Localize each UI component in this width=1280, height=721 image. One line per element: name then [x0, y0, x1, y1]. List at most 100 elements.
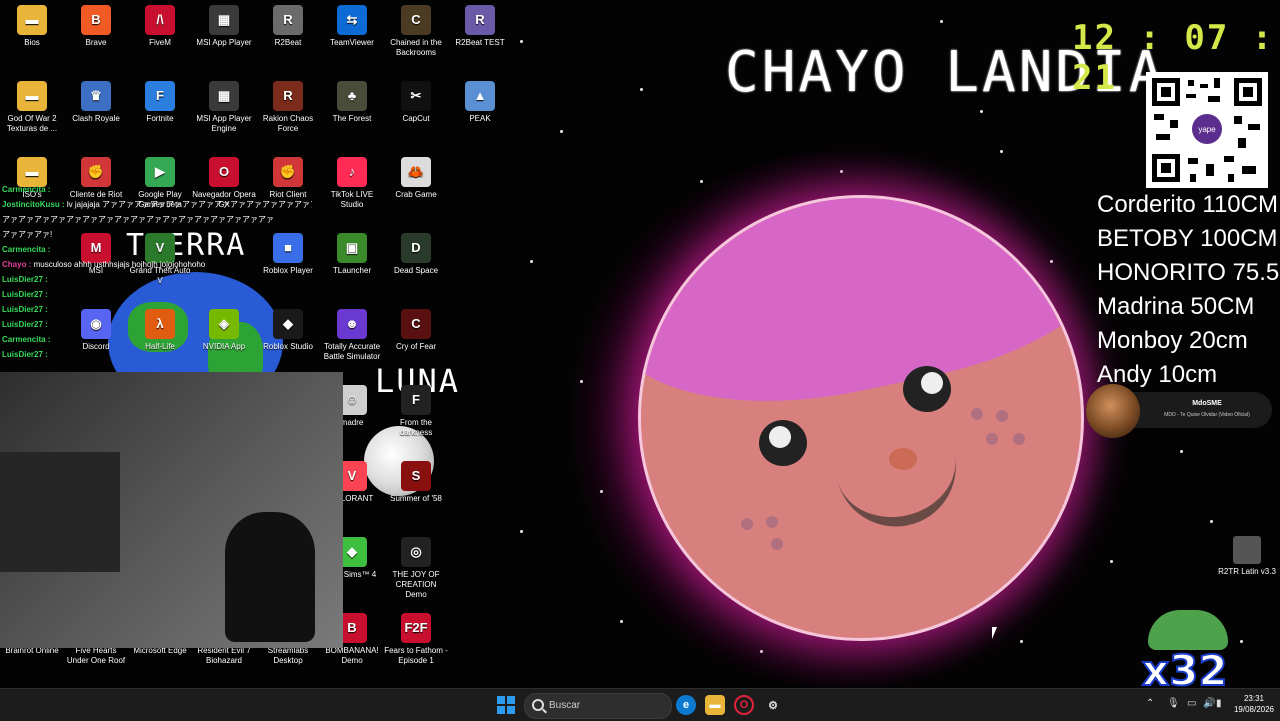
desktop-shortcut[interactable]: ▣ TLauncher — [320, 233, 384, 276]
shortcut-label: Clash Royale — [72, 114, 120, 123]
desktop-shortcut[interactable]: /\ FiveM — [128, 5, 192, 48]
desktop-shortcut[interactable]: F From the darkness — [384, 385, 448, 438]
shortcut-label: TeamViewer — [330, 38, 374, 47]
star — [1110, 560, 1113, 563]
search-icon — [532, 699, 544, 711]
desktop-shortcut[interactable]: ▬ God Of War 2 Texturas de ... — [0, 81, 64, 134]
freckle — [971, 408, 983, 420]
chat-message: LuisDier27 : — [2, 305, 48, 314]
app-icon: ✂ — [401, 81, 431, 111]
microphone-icon[interactable]: 🎙 — [1167, 698, 1180, 709]
taskbar-search[interactable]: Buscar — [524, 693, 672, 719]
desktop-shortcut[interactable]: F Fortnite — [128, 81, 192, 124]
app-icon: C — [401, 309, 431, 339]
desktop-shortcut[interactable]: R R2Beat TEST — [448, 5, 512, 48]
desktop-shortcut[interactable]: ▬ Bios — [0, 5, 64, 48]
app-icon: F — [401, 385, 431, 415]
app-icon: S — [401, 461, 431, 491]
battery-icon[interactable]: ▮ — [1216, 698, 1222, 709]
opera-gx-taskbar-icon[interactable]: O — [734, 695, 754, 715]
network-icon[interactable]: ▭ — [1187, 698, 1196, 709]
chat-message: Carmencita : — [2, 245, 51, 254]
chat-message: アァアァアァ! — [2, 230, 53, 239]
desktop-shortcut[interactable]: ✂ CapCut — [384, 81, 448, 124]
shortcut-label: Brave — [85, 38, 107, 47]
freckle — [771, 538, 783, 550]
desktop-shortcut[interactable]: ◎ THE JOY OF CREATION Demo — [384, 537, 448, 600]
desktop-shortcut[interactable]: S Summer of '58 — [384, 461, 448, 504]
settings-taskbar-icon[interactable]: ⚙ — [763, 695, 783, 715]
desktop-shortcut[interactable]: ☻ Totally Accurate Battle Simulator — [320, 309, 384, 362]
shortcut-label: PEAK — [469, 114, 491, 123]
desktop-shortcut[interactable]: ⇆ TeamViewer — [320, 5, 384, 48]
star — [1020, 640, 1023, 643]
music-artist: MdoSME — [1192, 400, 1222, 407]
taskbar-clock[interactable]: 23:31 19/08/2026 — [1230, 693, 1278, 715]
star — [620, 620, 623, 623]
app-icon: C — [401, 5, 431, 35]
shortcut-label: Bios — [24, 38, 40, 47]
star — [1240, 640, 1243, 643]
app-icon: ▬ — [17, 5, 47, 35]
ranking-item: HONORITO 75.5CM — [1097, 259, 1280, 286]
shortcut-label: Cry of Fear — [395, 342, 436, 351]
shortcut-label: Five Hearts Under One Roof — [66, 646, 126, 665]
shortcut-label: TLauncher — [332, 266, 372, 275]
desktop-shortcut[interactable]: B Brave — [64, 5, 128, 48]
volume-icon[interactable]: 🔊 — [1203, 698, 1215, 709]
search-placeholder: Buscar — [549, 700, 581, 711]
desktop-shortcut[interactable]: ▦ MSI App Player — [192, 5, 256, 48]
desktop-shortcut[interactable]: F2F Fears to Fathom - Episode 1 — [384, 613, 448, 666]
chat-message: LuisDier27 : — [2, 275, 48, 284]
desktop: CHAYO LANDIA 12 : 07 : 21 yape Corderito… — [0, 0, 1280, 688]
shortcut-label: Totally Accurate Battle Simulator — [323, 342, 381, 361]
desktop-shortcut[interactable]: ▦ MSI App Player Engine — [192, 81, 256, 134]
desktop-shortcut[interactable]: C Chained in the Backrooms — [384, 5, 448, 58]
chat-message: Carmencita : — [2, 335, 51, 344]
chat-message: LuisDier27 : — [2, 350, 48, 359]
desktop-shortcut[interactable]: R R2Beat — [256, 5, 320, 48]
desktop-shortcut[interactable]: D Dead Space — [384, 233, 448, 276]
app-icon: B — [81, 5, 111, 35]
desktop-shortcut[interactable]: R Rakion Chaos Force — [256, 81, 320, 134]
planet-cap — [641, 198, 1081, 440]
file-explorer-icon[interactable]: ▬ — [705, 695, 725, 715]
taskbar: Buscar e ▬ O ⚙ ⌃ 🎙 ▭ 🔊 ▮ 23:31 19/08/202… — [0, 688, 1280, 721]
freckle — [986, 433, 998, 445]
r2tr-icon — [1233, 536, 1261, 564]
desktop-shortcut[interactable]: 🦀 Crab Game — [384, 157, 448, 200]
shortcut-label: MSI App Player Engine — [196, 114, 252, 133]
tray-chevron-icon[interactable]: ⌃ — [1146, 698, 1154, 709]
app-icon: D — [401, 233, 431, 263]
shortcut-label: Dead Space — [393, 266, 439, 275]
right-eye — [903, 366, 951, 412]
edge-taskbar-icon[interactable]: e — [676, 695, 696, 715]
app-icon: ▣ — [337, 233, 367, 263]
shortcut-label: Crab Game — [395, 190, 437, 199]
start-button[interactable] — [497, 696, 515, 714]
shortcut-label: From the darkness — [399, 418, 433, 437]
shortcut-label: The Forest — [332, 114, 372, 123]
pepe-frog-icon — [1148, 610, 1228, 650]
r2tr-label: R2TR Latin v3.3 — [1218, 567, 1276, 576]
app-icon: ♛ — [81, 81, 111, 111]
taskbar-time: 23:31 — [1243, 694, 1265, 703]
desktop-shortcut[interactable]: ♣ The Forest — [320, 81, 384, 124]
shortcut-label: THE JOY OF CREATION Demo — [392, 570, 440, 599]
desktop-shortcut[interactable]: C Cry of Fear — [384, 309, 448, 352]
shortcut-label: TikTok LIVE Studio — [330, 190, 374, 209]
r2tr-latin-shortcut[interactable]: R2TR Latin v3.3 — [1212, 536, 1280, 576]
ranking-list: Corderito 110CM BETOBY 100CM HONORITO 75… — [1097, 188, 1280, 392]
desktop-shortcut[interactable]: ♪ TikTok LIVE Studio — [320, 157, 384, 210]
app-icon: R — [273, 81, 303, 111]
shortcut-label: Summer of '58 — [390, 494, 442, 503]
shortcut-label: R2Beat — [274, 38, 302, 47]
app-icon: ◎ — [401, 537, 431, 567]
app-icon: ▦ — [209, 5, 239, 35]
left-eye — [759, 420, 807, 466]
desktop-shortcut[interactable]: ▲ PEAK — [448, 81, 512, 124]
ranking-item: BETOBY 100CM — [1097, 225, 1278, 252]
star — [520, 530, 523, 533]
app-icon: R — [273, 5, 303, 35]
desktop-shortcut[interactable]: ♛ Clash Royale — [64, 81, 128, 124]
